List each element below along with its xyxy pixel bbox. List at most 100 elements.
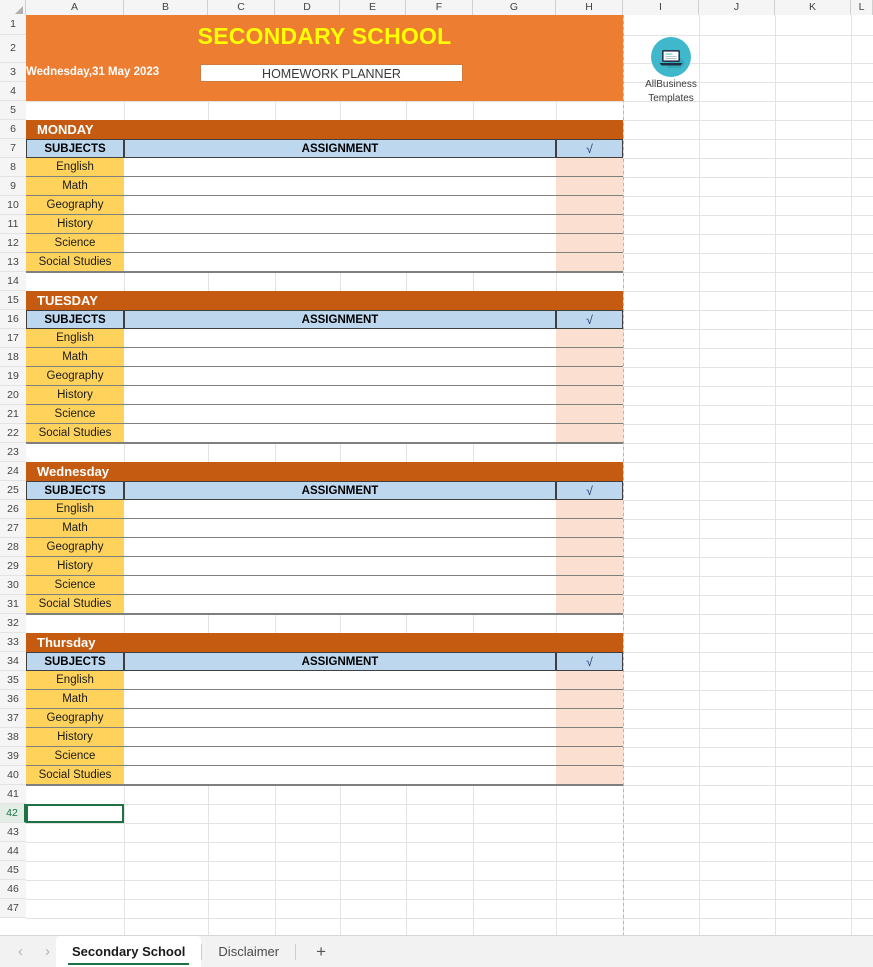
row-header-24[interactable]: 24	[0, 462, 26, 481]
subject-cell-english[interactable]: English	[26, 158, 124, 177]
row-header-42[interactable]: 42	[0, 804, 26, 823]
row-header-10[interactable]: 10	[0, 196, 26, 215]
row-header-37[interactable]: 37	[0, 709, 26, 728]
row-header-11[interactable]: 11	[0, 215, 26, 234]
assignment-entry-cell[interactable]	[124, 196, 556, 215]
row-header-14[interactable]: 14	[0, 272, 26, 291]
subject-cell-science[interactable]: Science	[26, 234, 124, 253]
column-header-b[interactable]: B	[124, 0, 208, 15]
check-entry-cell[interactable]	[556, 348, 623, 367]
check-entry-cell[interactable]	[556, 595, 623, 614]
subject-cell-math[interactable]: Math	[26, 177, 124, 196]
column-header-f[interactable]: F	[406, 0, 473, 15]
check-entry-cell[interactable]	[556, 367, 623, 386]
row-header-7[interactable]: 7	[0, 139, 26, 158]
assignment-entry-cell[interactable]	[124, 690, 556, 709]
column-header-a[interactable]: A	[26, 0, 124, 15]
check-entry-cell[interactable]	[556, 424, 623, 443]
row-header-41[interactable]: 41	[0, 785, 26, 804]
column-header-k[interactable]: K	[775, 0, 851, 15]
assignment-entry-cell[interactable]	[124, 538, 556, 557]
check-entry-cell[interactable]	[556, 196, 623, 215]
row-header-30[interactable]: 30	[0, 576, 26, 595]
sheet-tab-disclaimer[interactable]: Disclaimer	[202, 936, 295, 967]
assignment-entry-cell[interactable]	[124, 234, 556, 253]
assignment-entry-cell[interactable]	[124, 386, 556, 405]
assignment-entry-cell[interactable]	[124, 747, 556, 766]
assignment-entry-cell[interactable]	[124, 348, 556, 367]
next-sheet-icon[interactable]: ›	[45, 944, 50, 959]
row-header-3[interactable]: 3	[0, 63, 26, 82]
check-entry-cell[interactable]	[556, 386, 623, 405]
assignment-entry-cell[interactable]	[124, 576, 556, 595]
row-header-26[interactable]: 26	[0, 500, 26, 519]
subject-cell-history[interactable]: History	[26, 215, 124, 234]
worksheet-grid[interactable]: SECONDARY SCHOOL Wednesday,31 May 2023 HOM…	[26, 15, 873, 935]
row-header-2[interactable]: 2	[0, 35, 26, 63]
row-header-38[interactable]: 38	[0, 728, 26, 747]
row-header-31[interactable]: 31	[0, 595, 26, 614]
assignment-entry-cell[interactable]	[124, 367, 556, 386]
check-entry-cell[interactable]	[556, 177, 623, 196]
assignment-entry-cell[interactable]	[124, 424, 556, 443]
row-header-32[interactable]: 32	[0, 614, 26, 633]
check-entry-cell[interactable]	[556, 766, 623, 785]
row-header-12[interactable]: 12	[0, 234, 26, 253]
row-header-43[interactable]: 43	[0, 823, 26, 842]
column-header-e[interactable]: E	[340, 0, 406, 15]
assignment-entry-cell[interactable]	[124, 253, 556, 272]
row-header-28[interactable]: 28	[0, 538, 26, 557]
subject-cell-math[interactable]: Math	[26, 690, 124, 709]
subject-cell-math[interactable]: Math	[26, 519, 124, 538]
subject-cell-english[interactable]: English	[26, 500, 124, 519]
subject-cell-english[interactable]: English	[26, 329, 124, 348]
assignment-entry-cell[interactable]	[124, 405, 556, 424]
column-header-g[interactable]: G	[473, 0, 556, 15]
subject-cell-geography[interactable]: Geography	[26, 196, 124, 215]
check-entry-cell[interactable]	[556, 690, 623, 709]
row-header-13[interactable]: 13	[0, 253, 26, 272]
assignment-entry-cell[interactable]	[124, 595, 556, 614]
row-header-22[interactable]: 22	[0, 424, 26, 443]
row-header-36[interactable]: 36	[0, 690, 26, 709]
row-header-19[interactable]: 19	[0, 367, 26, 386]
active-cell-a42[interactable]	[26, 804, 124, 823]
row-header-18[interactable]: 18	[0, 348, 26, 367]
row-header-47[interactable]: 47	[0, 899, 26, 918]
subject-cell-geography[interactable]: Geography	[26, 709, 124, 728]
subject-cell-geography[interactable]: Geography	[26, 367, 124, 386]
column-header-i[interactable]: I	[623, 0, 699, 15]
row-header-6[interactable]: 6	[0, 120, 26, 139]
row-header-15[interactable]: 15	[0, 291, 26, 310]
check-entry-cell[interactable]	[556, 234, 623, 253]
check-entry-cell[interactable]	[556, 329, 623, 348]
row-header-34[interactable]: 34	[0, 652, 26, 671]
subject-cell-social-studies[interactable]: Social Studies	[26, 253, 124, 272]
subject-cell-social-studies[interactable]: Social Studies	[26, 424, 124, 443]
row-header-20[interactable]: 20	[0, 386, 26, 405]
prev-sheet-icon[interactable]: ‹	[18, 944, 23, 959]
check-entry-cell[interactable]	[556, 747, 623, 766]
subject-cell-english[interactable]: English	[26, 671, 124, 690]
column-header-c[interactable]: C	[208, 0, 275, 15]
column-header-j[interactable]: J	[699, 0, 775, 15]
row-header-4[interactable]: 4	[0, 82, 26, 101]
check-entry-cell[interactable]	[556, 709, 623, 728]
column-header-d[interactable]: D	[275, 0, 340, 15]
row-header-46[interactable]: 46	[0, 880, 26, 899]
assignment-entry-cell[interactable]	[124, 671, 556, 690]
assignment-entry-cell[interactable]	[124, 557, 556, 576]
column-header-l[interactable]: L	[851, 0, 873, 15]
row-header-5[interactable]: 5	[0, 101, 26, 120]
row-header-45[interactable]: 45	[0, 861, 26, 880]
row-header-21[interactable]: 21	[0, 405, 26, 424]
row-header-40[interactable]: 40	[0, 766, 26, 785]
assignment-entry-cell[interactable]	[124, 728, 556, 747]
assignment-entry-cell[interactable]	[124, 766, 556, 785]
select-all-corner[interactable]	[0, 0, 26, 15]
subject-cell-social-studies[interactable]: Social Studies	[26, 766, 124, 785]
check-entry-cell[interactable]	[556, 728, 623, 747]
check-entry-cell[interactable]	[556, 405, 623, 424]
check-entry-cell[interactable]	[556, 500, 623, 519]
column-header-h[interactable]: H	[556, 0, 623, 15]
